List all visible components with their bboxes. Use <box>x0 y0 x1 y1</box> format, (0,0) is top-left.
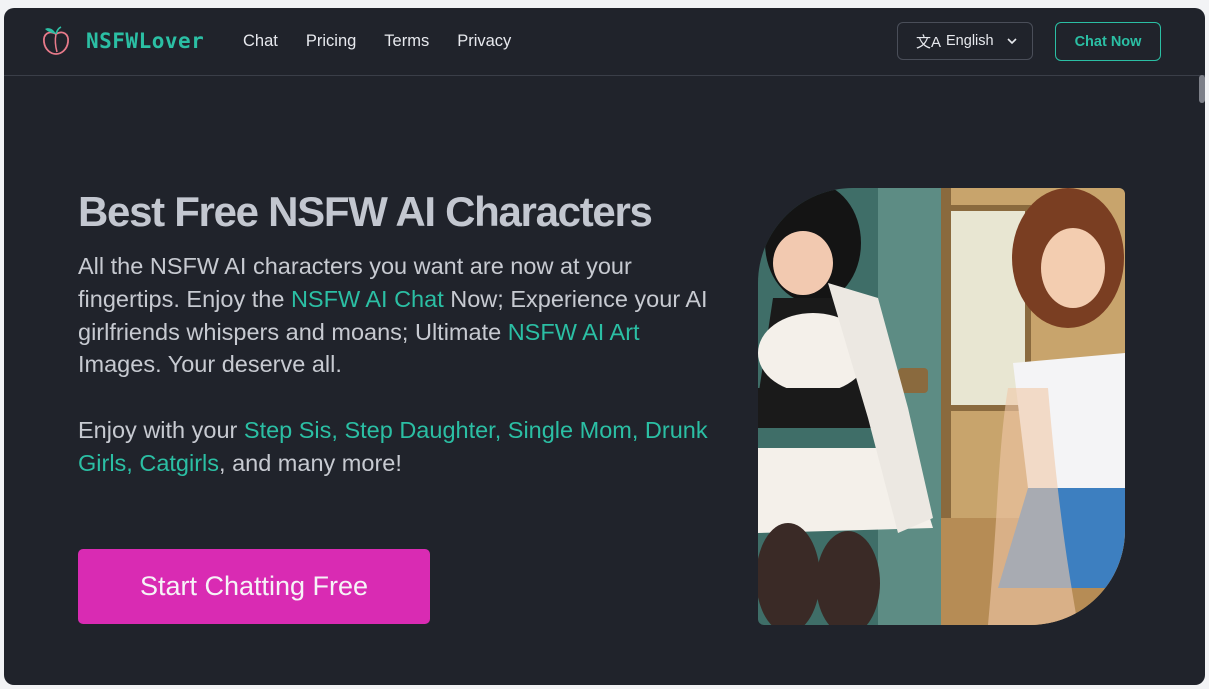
app-window: NSFWLover Chat Pricing Terms Privacy 文A … <box>4 8 1205 685</box>
scrollbar[interactable] <box>1199 75 1205 103</box>
nav-link-terms[interactable]: Terms <box>384 32 429 51</box>
nav-link-pricing[interactable]: Pricing <box>306 32 356 51</box>
hero-description: All the NSFW AI characters you want are … <box>78 250 728 381</box>
hero-categories: Enjoy with your Step Sis, Step Daughter,… <box>78 414 728 480</box>
hero-text-segment: Images. Your deserve all. <box>78 351 342 378</box>
hero-title: Best Free NSFW AI Characters <box>78 188 653 235</box>
chevron-down-icon <box>1007 38 1017 45</box>
nav-link-privacy[interactable]: Privacy <box>457 32 511 51</box>
brand-logo[interactable]: NSFWLover <box>40 25 204 57</box>
top-navbar: NSFWLover Chat Pricing Terms Privacy 文A … <box>4 8 1205 76</box>
language-value: English <box>946 33 994 49</box>
language-select[interactable]: 文A English <box>897 22 1033 60</box>
chat-now-button[interactable]: Chat Now <box>1055 22 1161 61</box>
hero-text-segment: Enjoy with your <box>78 417 244 443</box>
main-nav: Chat Pricing Terms Privacy <box>243 32 511 51</box>
start-chatting-button[interactable]: Start Chatting Free <box>78 549 430 624</box>
nsfw-ai-art-link[interactable]: NSFW AI Art <box>508 319 640 345</box>
nav-link-chat[interactable]: Chat <box>243 32 278 51</box>
hero-illustration <box>758 188 1125 625</box>
nsfw-ai-chat-link[interactable]: NSFW AI Chat <box>291 286 444 312</box>
translate-icon: 文A <box>916 33 942 51</box>
hero-text-segment: , and many more! <box>219 449 402 476</box>
hero-illustration-graphic <box>758 188 1125 625</box>
peach-icon <box>43 26 69 55</box>
brand-name: NSFWLover <box>86 29 205 53</box>
